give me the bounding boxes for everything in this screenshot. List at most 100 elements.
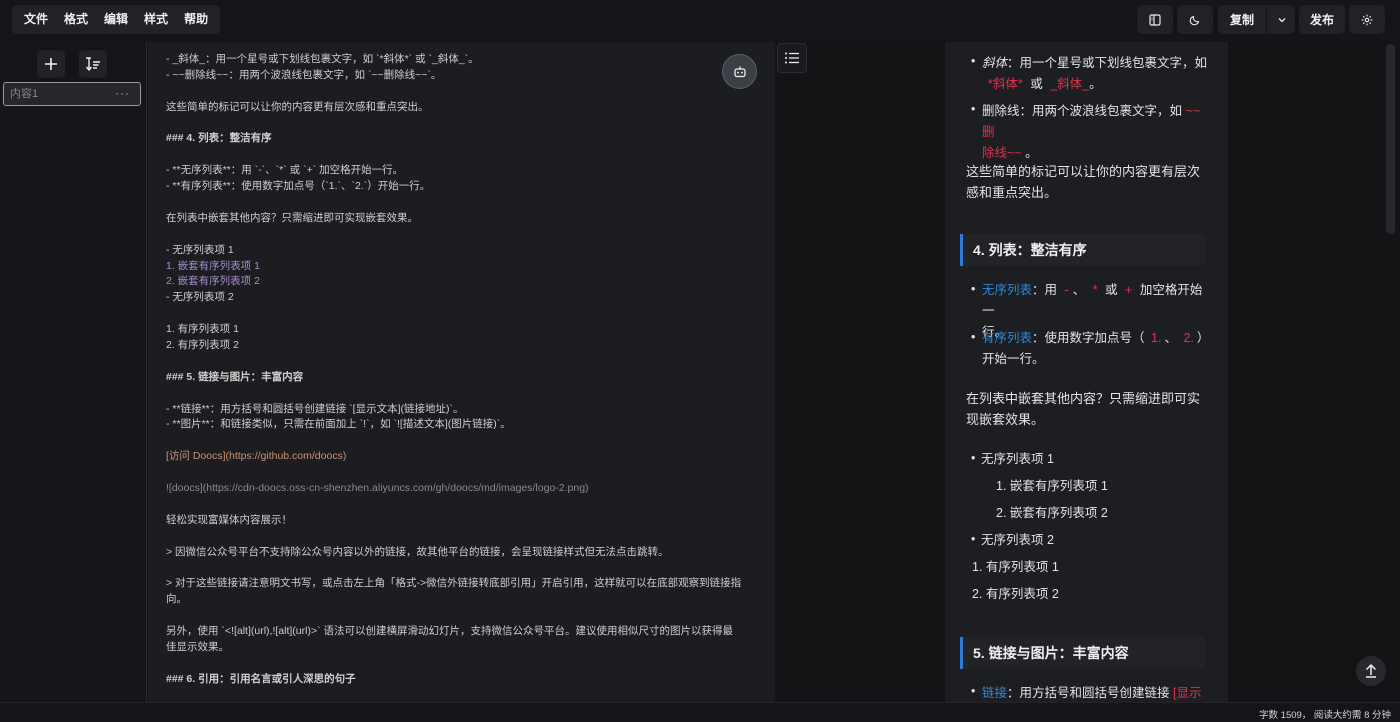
markdown-editor[interactable]: - _斜体_：用一个星号或下划线包裹文字，如 `*斜体*` 或 `_斜体_`。 -… — [148, 42, 775, 702]
editor-line[interactable]: > 对于这些链接请注意明文书写，或点击左上角「格式->微信外链接转底部引用」开启… — [166, 576, 756, 592]
editor-line[interactable] — [166, 116, 756, 132]
editor-line[interactable]: - **链接**：用方括号和圆括号创建链接 `[显示文本](链接地址)`。 — [166, 402, 756, 418]
editor-line[interactable] — [166, 608, 756, 624]
editor-line[interactable]: [访问 Doocs](https://github.com/doocs) — [166, 449, 756, 465]
inline-code: * — [1092, 283, 1098, 297]
editor-line[interactable]: 1. 嵌套有序列表项 1 — [166, 259, 756, 275]
inline-code: 除线~~ — [982, 146, 1022, 160]
document-sidebar: 内容1 ··· — [0, 42, 147, 702]
plus-icon — [45, 58, 57, 70]
sort-icon — [85, 57, 100, 72]
editor-line[interactable] — [166, 306, 756, 322]
list-item: 无序列表项 2 — [981, 533, 1054, 547]
text: 这些简单的标记可以让你的内容更有层次 — [966, 164, 1201, 179]
bold-text: 有序列表 — [982, 331, 1033, 345]
editor-line[interactable]: 1. 有序列表项 1 — [166, 322, 756, 338]
gear-icon — [1361, 14, 1373, 25]
editor-line[interactable] — [166, 656, 756, 672]
settings-button[interactable] — [1349, 5, 1385, 34]
editor-line[interactable]: - _斜体_：用一个星号或下划线包裹文字，如 `*斜体*` 或 `_斜体_`。 — [166, 52, 756, 68]
document-title: 内容1 — [10, 88, 39, 100]
rendered-preview: • 斜体：用一个星号或下划线包裹文字，如 *斜体* 或 _斜体_。 • 删除线：… — [945, 42, 1228, 702]
menu-style[interactable]: 样式 — [136, 5, 176, 34]
editor-line[interactable] — [166, 354, 756, 370]
editor-line[interactable]: ### 5. 链接与图片：丰富内容 — [166, 370, 756, 386]
editor-line[interactable]: - **图片**：和链接类似，只需在前面加上 `!`，如 `![描述文本](图片… — [166, 417, 756, 433]
editor-line[interactable]: ### 4. 列表：整洁有序 — [166, 131, 756, 147]
editor-line[interactable]: 轻松实现富媒体内容展示！ — [166, 513, 756, 529]
editor-line[interactable] — [166, 561, 756, 577]
text: ：用两个波浪线包裹文字，如 — [1019, 104, 1183, 118]
editor-line[interactable]: 这些简单的标记可以让你的内容更有层次感和重点突出。 — [166, 100, 756, 116]
more-options-icon[interactable]: ··· — [115, 82, 130, 104]
editor-line[interactable] — [166, 84, 756, 100]
inline-code: 2. — [1183, 331, 1194, 345]
list-item: 无序列表项 1 — [981, 452, 1054, 466]
editor-line[interactable]: - 无序列表项 2 — [166, 290, 756, 306]
menu-help[interactable]: 帮助 — [176, 5, 216, 34]
menu-format[interactable]: 格式 — [56, 5, 96, 34]
bullet: • — [971, 54, 976, 68]
heading-5: 5. 链接与图片：丰富内容 — [960, 637, 1205, 669]
toggle-sidebar-button[interactable] — [1137, 5, 1173, 34]
bullet: • — [971, 684, 976, 698]
inline-code: *斜体* — [988, 77, 1023, 91]
text: 感和重点突出。 — [966, 185, 1058, 200]
bullet: • — [971, 451, 976, 465]
editor-line[interactable]: 2. 嵌套有序列表项 2 — [166, 274, 756, 290]
theme-toggle-button[interactable] — [1177, 5, 1213, 34]
editor-line[interactable] — [166, 497, 756, 513]
sort-documents-button[interactable] — [79, 50, 107, 78]
robot-icon — [733, 66, 746, 77]
list-item: 斜体：用一个星号或下划线包裹文字，如 *斜体* 或 _斜体_。 — [982, 53, 1212, 95]
preview-scrollbar[interactable] — [1383, 42, 1400, 702]
editor-line[interactable] — [166, 227, 756, 243]
editor-line[interactable]: ### 6. 引用：引用名言或引人深思的句子 — [166, 672, 756, 688]
ai-assistant-button[interactable] — [722, 54, 757, 89]
paragraph: 这些简单的标记可以让你的内容更有层次 感和重点突出。 — [966, 161, 1216, 203]
editor-line[interactable]: - **有序列表**：使用数字加点号（`1.`、`2.`）开始一行。 — [166, 179, 756, 195]
editor-line[interactable]: 佳显示效果。 — [166, 640, 756, 656]
publish-button[interactable]: 发布 — [1299, 5, 1345, 34]
copy-button[interactable]: 复制 — [1218, 11, 1254, 28]
strike-label: 删除线 — [982, 104, 1020, 118]
editor-line[interactable]: 另外，使用 `<![alt](url),![alt](url)>` 语法可以创建… — [166, 624, 756, 640]
editor-line[interactable] — [166, 386, 756, 402]
paragraph: 在列表中嵌套其他内容？只需缩进即可实 现嵌套效果。 — [966, 388, 1216, 430]
editor-line[interactable] — [166, 465, 756, 481]
text: ：用一个星号或下划线包裹文字，如 — [1007, 56, 1208, 70]
editor-line[interactable] — [166, 195, 756, 211]
scroll-to-top-button[interactable] — [1356, 656, 1386, 686]
editor-line[interactable]: 2. 有序列表项 2 — [166, 338, 756, 354]
editor-line[interactable]: - 无序列表项 1 — [166, 243, 756, 259]
editor-line[interactable] — [166, 433, 756, 449]
menu-file[interactable]: 文件 — [16, 5, 56, 34]
bold-text: 链接 — [982, 686, 1008, 700]
editor-line[interactable] — [166, 529, 756, 545]
editor-line[interactable]: - **无序列表**：用 `-`、`*` 或 `+` 加空格开始一行。 — [166, 163, 756, 179]
list-item: 链接：用方括号和圆括号创建链接 [显示 — [982, 683, 1222, 702]
italic-text: 斜体 — [982, 56, 1008, 70]
document-item[interactable]: 内容1 ··· — [3, 82, 141, 106]
nested-list-item: 1. 嵌套有序列表项 1 — [996, 479, 1108, 493]
editor-line[interactable]: - ~~删除线~~：用两个波浪线包裹文字，如 `~~删除线~~`。 — [166, 68, 756, 84]
moon-icon — [1189, 15, 1200, 25]
new-document-button[interactable] — [37, 50, 65, 78]
text: 、 — [1072, 283, 1086, 297]
text: 。 — [1089, 77, 1102, 91]
text: ：使用数字加点号（ — [1032, 331, 1145, 345]
editor-line[interactable]: 在列表中嵌套其他内容？只需缩进即可实现嵌套效果。 — [166, 211, 756, 227]
chevron-down-icon[interactable] — [1277, 15, 1287, 25]
bullet: • — [971, 532, 976, 546]
toc-button[interactable] — [777, 43, 807, 73]
editor-content[interactable]: - _斜体_：用一个星号或下划线包裹文字，如 `*斜体*` 或 `_斜体_`。 -… — [166, 52, 756, 688]
text: 、 — [1164, 331, 1177, 345]
divider — [1266, 5, 1267, 34]
scrollbar-thumb[interactable] — [1386, 44, 1395, 234]
editor-line[interactable]: 向。 — [166, 592, 756, 608]
editor-line[interactable]: ![doocs](https://cdn-doocs.oss-cn-shenzh… — [166, 481, 756, 497]
editor-line[interactable]: > 因微信公众号平台不支持除公众号内容以外的链接，故其他平台的链接，会呈现链接样… — [166, 545, 756, 561]
menu-edit[interactable]: 编辑 — [96, 5, 136, 34]
editor-line[interactable] — [166, 147, 756, 163]
text: 或 — [1030, 77, 1043, 91]
